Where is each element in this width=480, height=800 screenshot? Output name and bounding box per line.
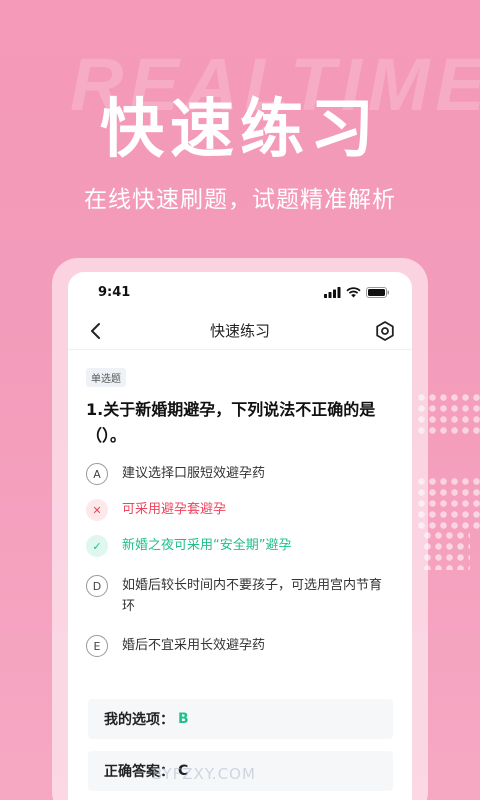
phone-screen: 9:41 快速练习 单选题 1.关于新婚期避孕，下列说法不正确的是（）。 A 建… — [68, 272, 412, 800]
option-text: 可采用避孕套避孕 — [122, 502, 227, 517]
status-bar: 9:41 — [68, 272, 412, 312]
my-answer-value: B — [178, 711, 189, 727]
wifi-icon — [346, 286, 361, 297]
wrong-icon: ✕ — [86, 499, 108, 521]
option-letter: E — [86, 635, 108, 657]
decor-dots — [422, 530, 470, 570]
option-letter: A — [86, 463, 108, 485]
status-time: 9:41 — [98, 284, 131, 300]
watermark: BYFZXY.COM — [152, 765, 256, 783]
battery-icon — [366, 286, 389, 298]
option-b[interactable]: ✕ 可采用避孕套避孕 — [86, 499, 394, 521]
option-a[interactable]: A 建议选择口服短效避孕药 — [86, 463, 394, 485]
my-answer-box: 我的选项： B — [88, 699, 393, 739]
option-text: 如婚后较长时间内不要孩子，可选用宫内节育环 — [122, 578, 383, 614]
option-letter: D — [86, 575, 108, 597]
nav-bar: 快速练习 — [68, 312, 412, 350]
question-content: 单选题 1.关于新婚期避孕，下列说法不正确的是（）。 A 建议选择口服短效避孕药… — [68, 350, 412, 657]
option-c[interactable]: ✓ 新婚之夜可采用“安全期”避孕 — [86, 535, 394, 557]
question-text: 1.关于新婚期避孕，下列说法不正确的是（）。 — [86, 400, 376, 445]
option-text: 新婚之夜可采用“安全期”避孕 — [122, 538, 292, 553]
signal-icon — [324, 286, 341, 298]
status-icons — [324, 286, 390, 298]
option-e[interactable]: E 婚后不宜采用长效避孕药 — [86, 635, 394, 657]
back-icon[interactable] — [86, 321, 106, 341]
settings-icon[interactable] — [374, 320, 396, 342]
my-answer-label: 我的选项： — [104, 712, 174, 728]
options-list: A 建议选择口服短效避孕药 ✕ 可采用避孕套避孕 ✓ 新婚之夜可采用“安全期”避… — [86, 463, 394, 657]
question-type-tag: 单选题 — [86, 368, 126, 387]
option-d[interactable]: D 如婚后较长时间内不要孩子，可选用宫内节育环 — [86, 575, 394, 617]
hero-subtitle: 在线快速刷题，试题精准解析 — [84, 187, 396, 213]
option-text: 建议选择口服短效避孕药 — [122, 466, 266, 481]
hero-title: 快速练习 — [100, 93, 380, 167]
option-text: 婚后不宜采用长效避孕药 — [122, 638, 266, 653]
check-icon: ✓ — [86, 535, 108, 557]
nav-title: 快速练习 — [209, 322, 270, 340]
